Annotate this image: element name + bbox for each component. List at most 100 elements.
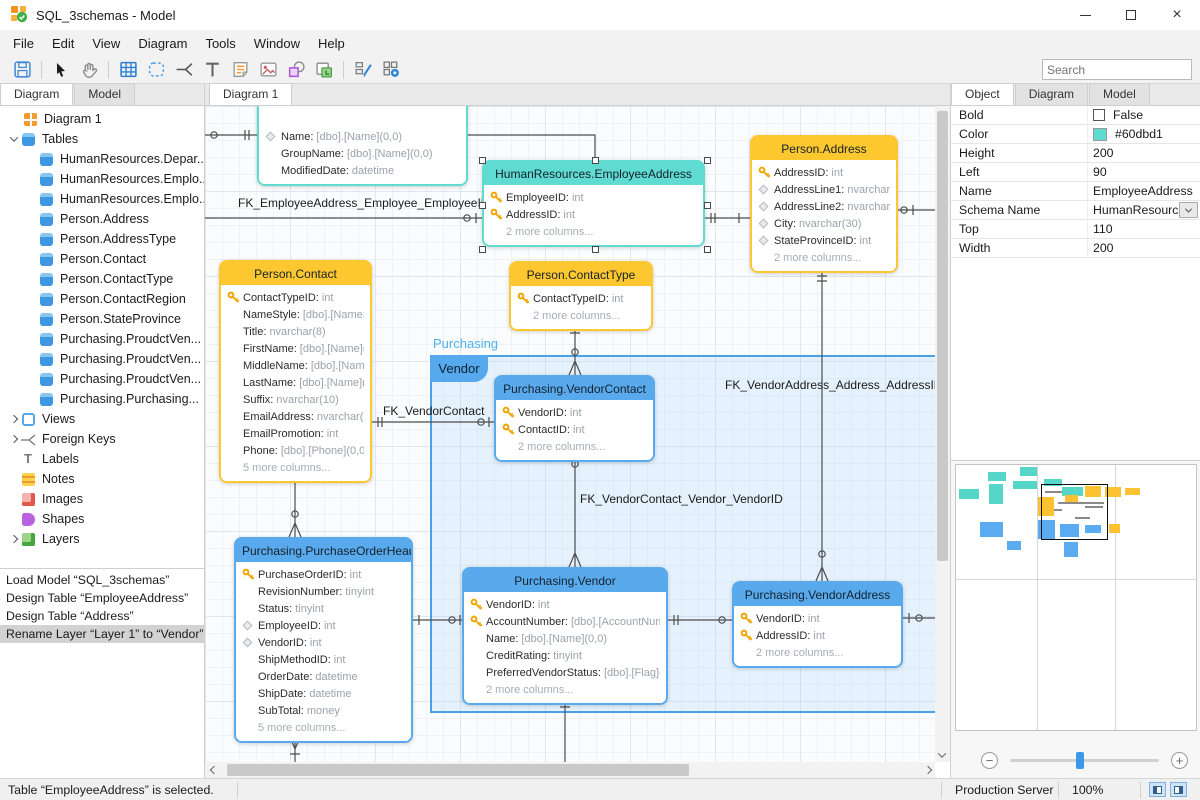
tree-item-tables[interactable]: Tables — [0, 129, 204, 149]
column-row[interactable]: Name:[dbo].[Name](0,0) — [265, 128, 460, 145]
new-table-icon[interactable] — [114, 58, 142, 82]
menu-help[interactable]: Help — [309, 32, 354, 55]
zoom-slider[interactable] — [1010, 759, 1159, 762]
tree-item-purchasing-proudctven[interactable]: Purchasing.ProudctVen... — [0, 349, 204, 369]
er-table-person-contacttype[interactable]: Person.ContactTypeContactTypeID:int2 mor… — [509, 261, 653, 331]
menu-file[interactable]: File — [4, 32, 43, 55]
pointer-icon[interactable] — [47, 58, 75, 82]
history-item[interactable]: Design Table “Address” — [0, 607, 204, 625]
column-row[interactable]: CreditRating:tinyint — [470, 647, 660, 664]
tree-item-purchasing-purchasing[interactable]: Purchasing.Purchasing... — [0, 389, 204, 409]
column-row[interactable]: AddressLine2:nvarchar(... — [758, 198, 890, 215]
er-table-vendor[interactable]: Purchasing.VendorVendorID:intAccountNumb… — [462, 567, 668, 705]
history-item[interactable]: Load Model “SQL_3schemas” — [0, 571, 204, 589]
minimap-viewport[interactable] — [1041, 484, 1108, 540]
more-columns-label[interactable]: 2 more columns... — [470, 681, 660, 698]
hand-icon[interactable] — [75, 58, 103, 82]
column-row[interactable]: EmployeeID:int — [490, 189, 697, 206]
more-columns-label[interactable]: 5 more columns... — [242, 719, 405, 736]
column-row[interactable]: AddressID:int — [490, 206, 697, 223]
tree-item-layers[interactable]: Layers — [0, 529, 204, 549]
column-row[interactable]: AddressID:int — [758, 164, 890, 181]
tree-item-diagram-1[interactable]: Diagram 1 — [0, 109, 204, 129]
column-row[interactable]: Name:[dbo].[Name](0,0) — [470, 630, 660, 647]
vertical-scrollbar[interactable] — [935, 106, 950, 762]
er-table-department-partial[interactable]: Name:[dbo].[Name](0,0)GroupName:[dbo].[N… — [257, 106, 468, 186]
more-columns-label[interactable]: 2 more columns... — [490, 223, 697, 240]
table-header[interactable]: Person.Contact — [221, 262, 370, 285]
toggle-right-panel-button[interactable] — [1170, 782, 1187, 797]
table-header[interactable]: HumanResources.EmployeeAddress — [484, 162, 703, 185]
tree-item-person-contactregion[interactable]: Person.ContactRegion — [0, 289, 204, 309]
er-table-person-contact[interactable]: Person.ContactContactTypeID:intNameStyle… — [219, 260, 372, 483]
tree-item-purchasing-proudctven[interactable]: Purchasing.ProudctVen... — [0, 329, 204, 349]
tree-item-person-address[interactable]: Person.Address — [0, 209, 204, 229]
diagram-canvas[interactable]: Purchasing Vendor FK_EmployeeAddr — [205, 106, 935, 762]
zoom-in-button[interactable]: + — [1171, 752, 1188, 769]
column-row[interactable]: ContactID:int — [502, 421, 647, 438]
save-icon[interactable] — [8, 58, 36, 82]
prop-value[interactable]: False — [1088, 106, 1200, 124]
column-row[interactable]: Title:nvarchar(8) — [227, 323, 364, 340]
column-row[interactable]: ContactTypeID:int — [517, 290, 645, 307]
minimize-button[interactable] — [1062, 0, 1108, 30]
table-header[interactable]: Purchasing.VendorContact — [496, 377, 653, 400]
layer-vendor-tab[interactable]: Vendor — [430, 355, 488, 382]
column-row[interactable]: SubTotal:money — [242, 702, 405, 719]
tab-model[interactable]: Model — [74, 83, 135, 105]
er-table-purchase-order-header[interactable]: Purchasing.PurchaseOrderHeaderPurchaseOr… — [234, 537, 413, 743]
zoom-level[interactable]: 100% — [1072, 783, 1103, 797]
tree-item-foreign-keys[interactable]: Foreign Keys — [0, 429, 204, 449]
column-row[interactable]: OrderDate:datetime — [242, 668, 405, 685]
tree-item-person-contacttype[interactable]: Person.ContactType — [0, 269, 204, 289]
tree-item-views[interactable]: Views — [0, 409, 204, 429]
column-row[interactable]: Phone:[dbo].[Phone](0,0) — [227, 442, 364, 459]
selection-handle[interactable] — [479, 157, 486, 164]
selection-handle[interactable] — [704, 246, 711, 253]
column-row[interactable]: VendorID:int — [502, 404, 647, 421]
prop-value[interactable]: 200 — [1088, 144, 1200, 162]
column-row[interactable]: VendorID:int — [242, 634, 405, 651]
tab-diagram[interactable]: Diagram — [1015, 83, 1088, 105]
toggle-left-panel-button[interactable] — [1149, 782, 1166, 797]
search-input[interactable] — [1043, 63, 1200, 77]
column-row[interactable]: NameStyle:[dbo].[NameSt... — [227, 306, 364, 323]
column-row[interactable]: LastName:[dbo].[Name](0... — [227, 374, 364, 391]
er-table-vendor-address[interactable]: Purchasing.VendorAddressVendorID:intAddr… — [732, 581, 903, 668]
table-designer-icon[interactable] — [349, 58, 377, 82]
selection-handle[interactable] — [592, 246, 599, 253]
column-row[interactable]: ModifiedDate:datetime — [265, 162, 460, 179]
prop-value[interactable]: 110 — [1088, 220, 1200, 238]
overview-minimap[interactable] — [955, 464, 1197, 731]
history-item[interactable]: Rename Layer “Layer 1” to “Vendor” — [0, 625, 204, 643]
column-row[interactable]: RevisionNumber:tinyint — [242, 583, 405, 600]
column-row[interactable]: EmailAddress:nvarchar(50) — [227, 408, 364, 425]
prop-value[interactable]: EmployeeAddress — [1088, 182, 1200, 200]
column-row[interactable]: AddressID:int — [740, 627, 895, 644]
tab-object[interactable]: Object — [951, 83, 1014, 105]
new-image-icon[interactable] — [254, 58, 282, 82]
close-button[interactable]: × — [1154, 0, 1200, 30]
selection-handle[interactable] — [592, 157, 599, 164]
tree-item-images[interactable]: Images — [0, 489, 204, 509]
maximize-button[interactable] — [1108, 0, 1154, 30]
hscroll-thumb[interactable] — [227, 764, 689, 776]
new-note-icon[interactable] — [226, 58, 254, 82]
prop-value[interactable]: #60dbd1 — [1088, 125, 1200, 143]
tree-item-person-addresstype[interactable]: Person.AddressType — [0, 229, 204, 249]
tree-item-humanresources-emplo[interactable]: HumanResources.Emplo... — [0, 169, 204, 189]
selection-handle[interactable] — [479, 246, 486, 253]
chevron-right-icon[interactable] — [6, 436, 22, 442]
chevron-down-icon[interactable] — [6, 136, 22, 142]
selection-handle[interactable] — [479, 202, 486, 209]
tree-item-purchasing-proudctven[interactable]: Purchasing.ProudctVen... — [0, 369, 204, 389]
column-row[interactable]: MiddleName:[dbo].[Name]... — [227, 357, 364, 374]
tree-item-person-stateprovince[interactable]: Person.StateProvince — [0, 309, 204, 329]
prop-value[interactable]: 90 — [1088, 163, 1200, 181]
tree-item-humanresources-emplo[interactable]: HumanResources.Emplo... — [0, 189, 204, 209]
column-row[interactable]: PurchaseOrderID:int — [242, 566, 405, 583]
tree-item-humanresources-depar[interactable]: HumanResources.Depar... — [0, 149, 204, 169]
column-row[interactable]: StateProvinceID:int — [758, 232, 890, 249]
column-row[interactable]: Status:tinyint — [242, 600, 405, 617]
tree-item-person-contact[interactable]: Person.Contact — [0, 249, 204, 269]
